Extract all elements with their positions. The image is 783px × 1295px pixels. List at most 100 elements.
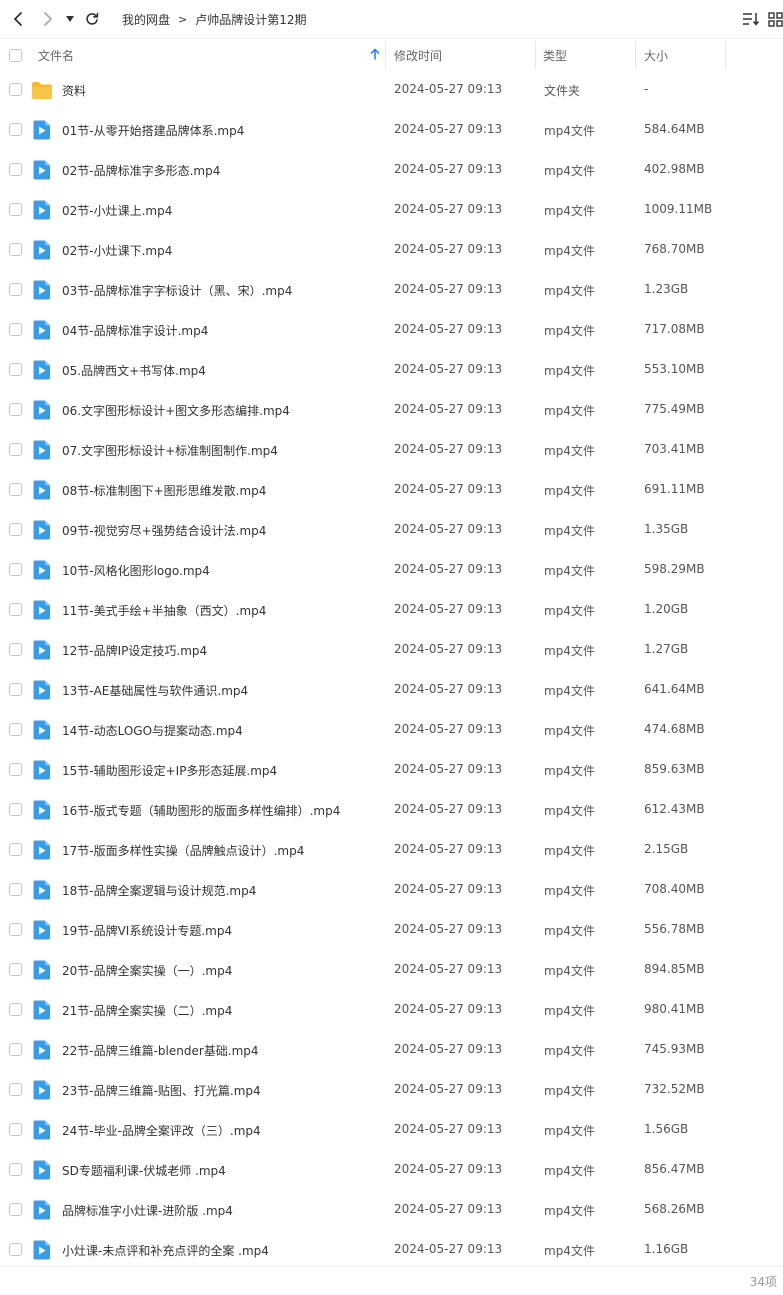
file-row[interactable]: 22节-品牌三维篇-blender基础.mp4 2024-05-27 09:13 m… [0,1030,783,1070]
row-checkbox[interactable] [9,1123,22,1136]
row-checkbox[interactable] [9,1003,22,1016]
file-name[interactable]: 13节-AE基础属性与软件通识.mp4 [62,682,248,699]
file-name[interactable]: 10节-风格化图形logo.mp4 [62,562,210,579]
file-row[interactable]: 09节-视觉穷尽+强势结合设计法.mp4 2024-05-27 09:13 mp4文… [0,510,783,550]
file-row[interactable]: 14节-动态LOGO与提案动态.mp4 2024-05-27 09:13 mp4文件… [0,710,783,750]
back-button[interactable] [6,7,30,31]
file-row[interactable]: 05.品牌西文+书写体.mp4 2024-05-27 09:13 mp4文件 553.… [0,350,783,390]
select-all-checkbox[interactable] [9,39,22,71]
file-row[interactable]: 02节-小灶课上.mp4 2024-05-27 09:13 mp4文件 1009.11… [0,190,783,230]
column-header-modified[interactable]: 修改时间 [394,39,442,71]
column-header-name[interactable]: 文件名 [38,39,384,71]
row-checkbox[interactable] [9,843,22,856]
file-row[interactable]: 03节-品牌标准字字标设计（黑、宋）.mp4 2024-05-27 09:13 mp… [0,270,783,310]
file-row[interactable]: 24节-毕业-品牌全案评改（三）.mp4 2024-05-27 09:13 mp4文… [0,1110,783,1150]
row-checkbox[interactable] [9,683,22,696]
file-row[interactable]: 10节-风格化图形logo.mp4 2024-05-27 09:13 mp4文件 59… [0,550,783,590]
row-checkbox[interactable] [9,963,22,976]
file-name[interactable]: 05.品牌西文+书写体.mp4 [62,362,206,379]
file-name[interactable]: 03节-品牌标准字字标设计（黑、宋）.mp4 [62,282,292,299]
file-row[interactable]: 资料 2024-05-27 09:13 文件夹 - [0,70,783,110]
file-name[interactable]: 14节-动态LOGO与提案动态.mp4 [62,722,243,739]
file-row[interactable]: 07.文字图形标设计+标准制图制作.mp4 2024-05-27 09:13 mp4… [0,430,783,470]
row-checkbox[interactable] [9,603,22,616]
file-row[interactable]: 11节-美式手绘+半抽象（西文）.mp4 2024-05-27 09:13 mp4文… [0,590,783,630]
file-name[interactable]: 15节-辅助图形设定+IP多形态延展.mp4 [62,762,277,779]
file-name[interactable]: 02节-小灶课上.mp4 [62,202,172,219]
file-row[interactable]: 16节-版式专题（辅助图形的版面多样性编排）.mp4 2024-05-27 09:… [0,790,783,830]
breadcrumb-item-current[interactable]: 卢帅品牌设计第12期 [195,11,306,28]
row-checkbox[interactable] [9,283,22,296]
file-row[interactable]: 06.文字图形标设计+图文多形态编排.mp4 2024-05-27 09:13 mp… [0,390,783,430]
file-name[interactable]: 07.文字图形标设计+标准制图制作.mp4 [62,442,278,459]
row-checkbox[interactable] [9,1203,22,1216]
sort-ascending-icon[interactable] [370,48,380,63]
file-row[interactable]: 品牌标准字小灶课-进阶版 .mp4 2024-05-27 09:13 mp4文件 56… [0,1190,783,1230]
file-name[interactable]: 23节-品牌三维篇-贴图、打光篇.mp4 [62,1082,261,1099]
file-name[interactable]: 18节-品牌全案逻辑与设计规范.mp4 [62,882,256,899]
file-row[interactable]: 小灶课-未点评和补充点评的全案 .mp4 2024-05-27 09:13 mp4文… [0,1230,783,1270]
row-checkbox[interactable] [9,1163,22,1176]
file-row[interactable]: 12节-品牌IP设定技巧.mp4 2024-05-27 09:13 mp4文件 1.2… [0,630,783,670]
file-name[interactable]: 24节-毕业-品牌全案评改（三）.mp4 [62,1122,261,1139]
file-row[interactable]: 01节-从零开始搭建品牌体系.mp4 2024-05-27 09:13 mp4文件 5… [0,110,783,150]
column-header-size[interactable]: 大小 [644,39,668,71]
file-row[interactable]: 17节-版面多样性实操（品牌触点设计）.mp4 2024-05-27 09:13 m… [0,830,783,870]
file-name[interactable]: 02节-品牌标准字多形态.mp4 [62,162,220,179]
row-checkbox[interactable] [9,1083,22,1096]
file-row[interactable]: 13节-AE基础属性与软件通识.mp4 2024-05-27 09:13 mp4文件… [0,670,783,710]
column-divider[interactable] [725,41,726,69]
row-checkbox[interactable] [9,123,22,136]
file-name[interactable]: 22节-品牌三维篇-blender基础.mp4 [62,1042,259,1059]
view-mode-button[interactable] [768,8,783,30]
file-row[interactable]: 15节-辅助图形设定+IP多形态延展.mp4 2024-05-27 09:13 mp… [0,750,783,790]
file-name[interactable]: 11节-美式手绘+半抽象（西文）.mp4 [62,602,266,619]
row-checkbox[interactable] [9,803,22,816]
file-name[interactable]: 08节-标准制图下+图形思维发散.mp4 [62,482,266,499]
checkbox[interactable] [9,48,22,62]
file-name[interactable]: 21节-品牌全案实操（二）.mp4 [62,1002,232,1019]
forward-button[interactable] [36,7,60,31]
row-checkbox[interactable] [9,243,22,256]
row-checkbox[interactable] [9,403,22,416]
file-row[interactable]: 02节-品牌标准字多形态.mp4 2024-05-27 09:13 mp4文件 402… [0,150,783,190]
file-name[interactable]: 资料 [62,82,86,99]
row-checkbox[interactable] [9,323,22,336]
column-divider[interactable] [535,41,536,69]
file-row[interactable]: 04节-品牌标准字设计.mp4 2024-05-27 09:13 mp4文件 717.… [0,310,783,350]
file-name[interactable]: 17节-版面多样性实操（品牌触点设计）.mp4 [62,842,304,859]
file-row[interactable]: 18节-品牌全案逻辑与设计规范.mp4 2024-05-27 09:13 mp4文件… [0,870,783,910]
file-row[interactable]: 02节-小灶课下.mp4 2024-05-27 09:13 mp4文件 768.70M… [0,230,783,270]
file-name[interactable]: 20节-品牌全案实操（一）.mp4 [62,962,232,979]
file-name[interactable]: 16节-版式专题（辅助图形的版面多样性编排）.mp4 [62,802,340,819]
row-checkbox[interactable] [9,363,22,376]
row-checkbox[interactable] [9,163,22,176]
row-checkbox[interactable] [9,643,22,656]
breadcrumb-item-root[interactable]: 我的网盘 [122,11,170,28]
file-row[interactable]: 21节-品牌全案实操（二）.mp4 2024-05-27 09:13 mp4文件 98… [0,990,783,1030]
refresh-button[interactable] [80,7,104,31]
row-checkbox[interactable] [9,923,22,936]
file-name[interactable]: 19节-品牌VI系统设计专题.mp4 [62,922,232,939]
file-name[interactable]: 04节-品牌标准字设计.mp4 [62,322,208,339]
row-checkbox[interactable] [9,1043,22,1056]
row-checkbox[interactable] [9,523,22,536]
column-header-type[interactable]: 类型 [543,39,567,71]
row-checkbox[interactable] [9,763,22,776]
file-name[interactable]: SD专题福利课-伏城老师 .mp4 [62,1162,226,1179]
history-dropdown-button[interactable] [62,7,78,31]
file-name[interactable]: 小灶课-未点评和补充点评的全案 .mp4 [62,1242,269,1259]
column-divider[interactable] [635,41,636,69]
file-name[interactable]: 12节-品牌IP设定技巧.mp4 [62,642,207,659]
row-checkbox[interactable] [9,1243,22,1256]
file-name[interactable]: 09节-视觉穷尽+强势结合设计法.mp4 [62,522,266,539]
file-name[interactable]: 02节-小灶课下.mp4 [62,242,172,259]
file-row[interactable]: 20节-品牌全案实操（一）.mp4 2024-05-27 09:13 mp4文件 89… [0,950,783,990]
sort-button[interactable] [740,8,762,30]
file-row[interactable]: 08节-标准制图下+图形思维发散.mp4 2024-05-27 09:13 mp4文… [0,470,783,510]
row-checkbox[interactable] [9,203,22,216]
file-name[interactable]: 品牌标准字小灶课-进阶版 .mp4 [62,1202,233,1219]
row-checkbox[interactable] [9,563,22,576]
column-divider[interactable] [385,41,386,69]
row-checkbox[interactable] [9,83,22,96]
